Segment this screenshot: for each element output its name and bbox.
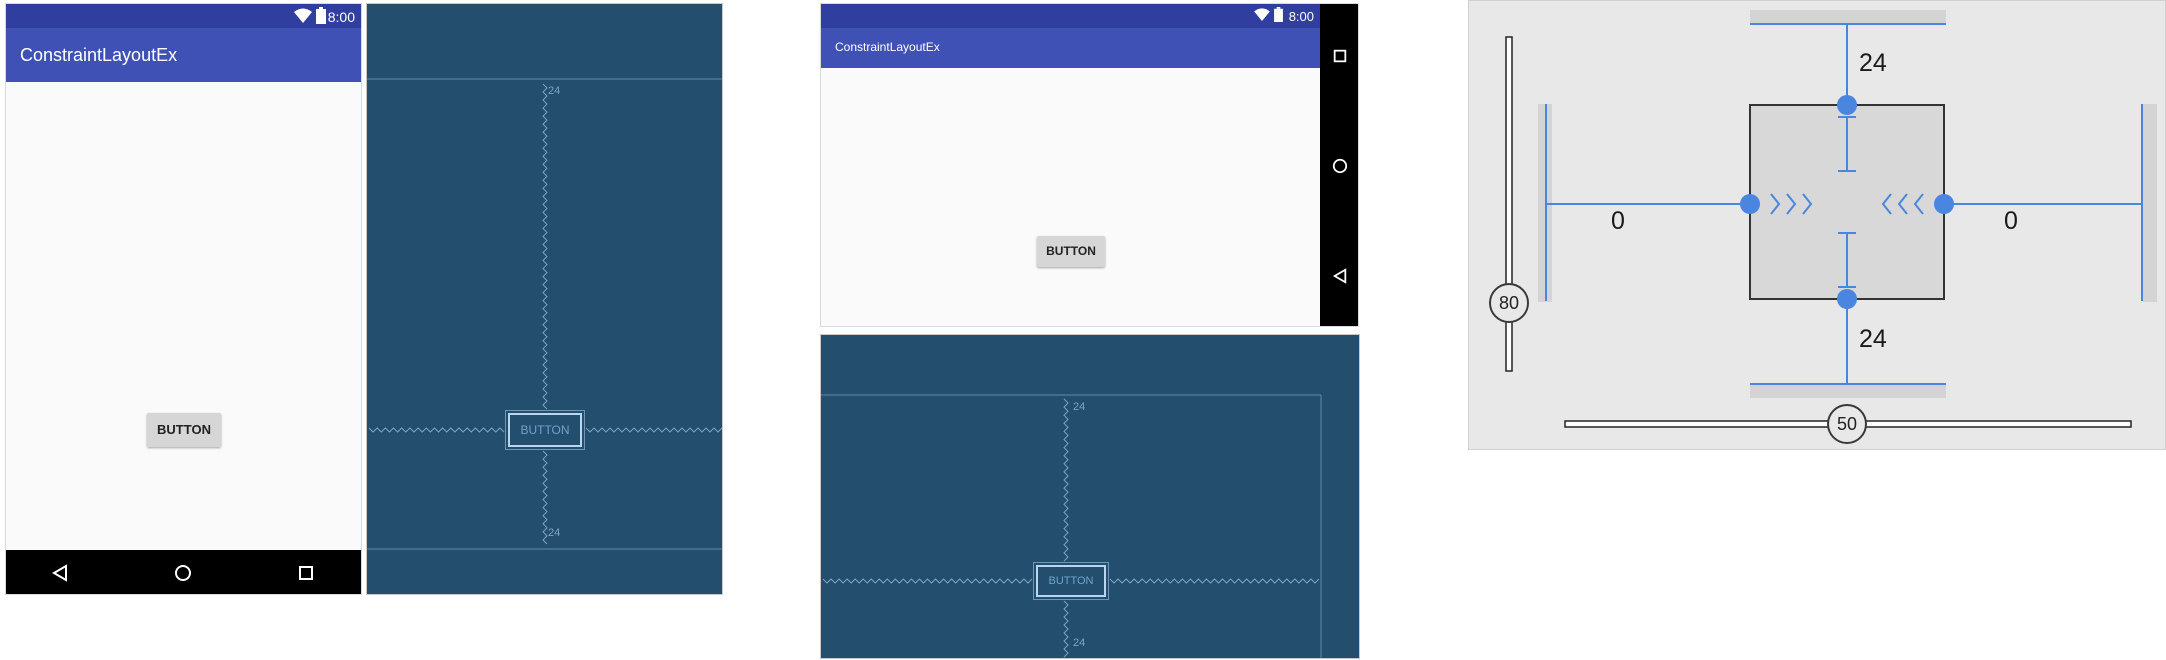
vertical-bias-slider[interactable]: 80	[1489, 283, 1529, 323]
bottom-constraint-spring	[1063, 600, 1069, 658]
app-bar: ConstraintLayoutEx	[6, 28, 361, 82]
status-time: 8:00	[1288, 9, 1314, 24]
left-margin-value[interactable]: 0	[1611, 207, 1625, 236]
blueprint-vertical-constraint	[368, 83, 722, 545]
margin-top-label: 24	[1073, 401, 1086, 413]
battery-icon	[316, 7, 326, 24]
status-bar: 8:00	[821, 4, 1320, 28]
recents-nav-icon[interactable]	[1332, 48, 1348, 64]
bottom-margin-value[interactable]: 24	[1859, 325, 1887, 354]
app-title: ConstraintLayoutEx	[835, 40, 940, 54]
navigation-bar	[1320, 4, 1358, 326]
top-constraint-spring	[1063, 398, 1069, 562]
navigation-bar	[6, 550, 361, 594]
horizontal-bias-slider[interactable]: 50	[1827, 404, 1867, 444]
landscape-blueprint: BUTTON 24 24	[820, 334, 1360, 659]
right-margin-value[interactable]: 0	[2004, 207, 2018, 236]
blueprint-button[interactable]: BUTTON	[505, 410, 585, 450]
margin-bottom-label: 24	[548, 527, 561, 539]
left-constraint-spring	[368, 427, 505, 433]
margin-top-label: 24	[548, 85, 561, 97]
portrait-device-preview: 8:00 ConstraintLayoutEx BUTTON	[5, 3, 362, 595]
margin-bottom-label: 24	[1073, 637, 1086, 649]
recents-nav-icon[interactable]	[297, 564, 315, 582]
bottom-anchor-dot	[1837, 289, 1857, 309]
top-margin-value[interactable]: 24	[1859, 49, 1887, 78]
portrait-blueprint: BUTTON 24 24	[366, 3, 723, 595]
constraint-inspector: 24 24 0 0 80 50	[1468, 0, 2166, 450]
app-title: ConstraintLayoutEx	[20, 45, 178, 65]
wifi-icon	[1254, 8, 1270, 21]
left-constraint-spring	[822, 578, 1033, 584]
right-anchor-dot	[1934, 194, 1954, 214]
home-nav-icon[interactable]	[174, 564, 192, 582]
home-nav-icon[interactable]	[1332, 158, 1348, 174]
inspector-graphic	[1505, 10, 2157, 428]
top-constraint-spring	[542, 83, 548, 410]
left-anchor-dot	[1740, 194, 1760, 214]
sample-button[interactable]: BUTTON	[147, 413, 221, 447]
blueprint-button[interactable]: BUTTON	[1033, 562, 1109, 600]
battery-icon	[1274, 7, 1283, 22]
right-constraint-spring	[1109, 578, 1320, 584]
blueprint-vertical-constraint	[821, 394, 1322, 658]
sample-button[interactable]: BUTTON	[1037, 236, 1105, 267]
right-constraint-spring	[585, 427, 722, 433]
top-anchor-dot	[1837, 95, 1857, 115]
bottom-constraint-spring	[542, 450, 548, 545]
status-bar: 8:00	[6, 4, 361, 28]
app-bar: ConstraintLayoutEx	[821, 28, 1320, 68]
status-time: 8:00	[327, 9, 355, 25]
wifi-icon	[294, 8, 312, 23]
back-nav-icon[interactable]	[1332, 268, 1348, 284]
back-nav-icon[interactable]	[51, 564, 69, 582]
landscape-device-preview: 8:00 ConstraintLayoutEx BUTTON	[820, 3, 1359, 327]
